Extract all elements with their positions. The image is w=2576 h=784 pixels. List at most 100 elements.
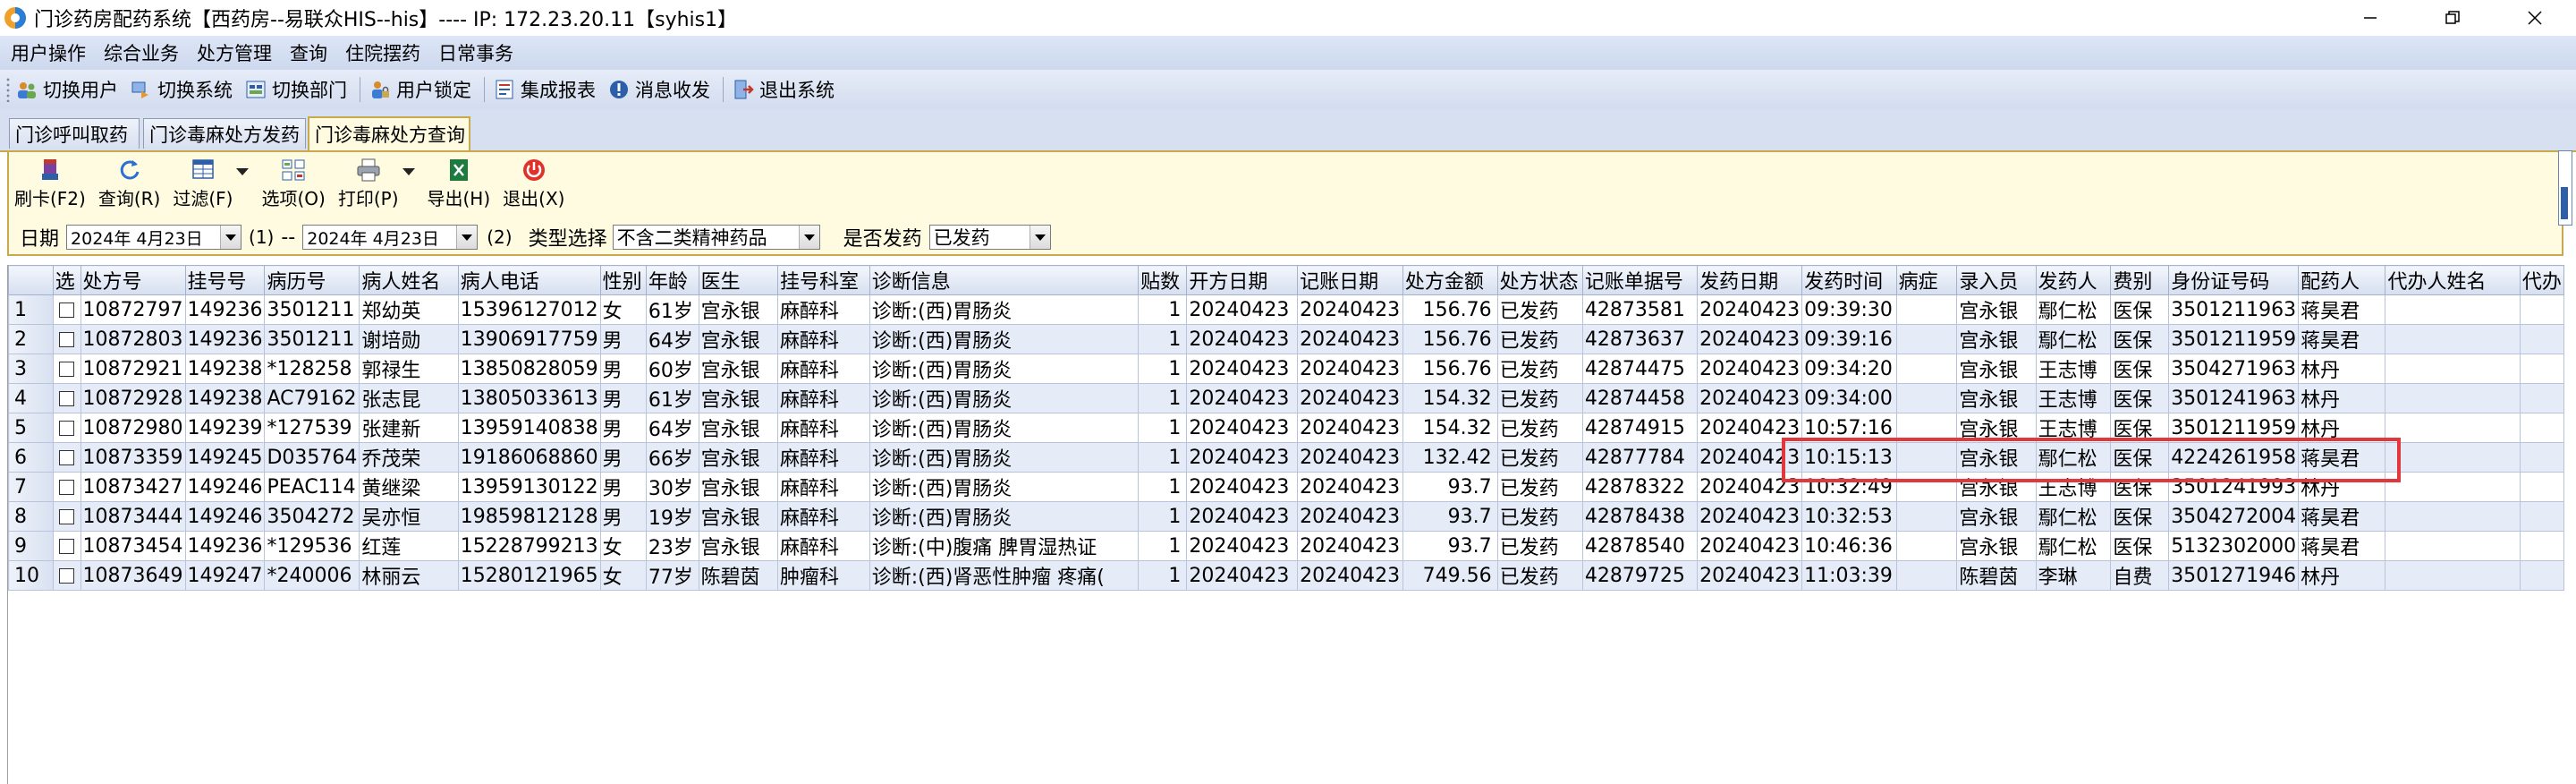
row-number-header[interactable] — [8, 265, 54, 295]
dispensed-dropdown[interactable] — [1029, 226, 1050, 249]
column-header[interactable]: 处方金额 — [1402, 265, 1498, 295]
exit-button[interactable]: 退出(X) — [503, 156, 564, 209]
select-cell[interactable] — [52, 324, 81, 354]
filter-dropdown-arrow[interactable] — [236, 168, 250, 175]
column-header[interactable]: 病人电话 — [457, 265, 601, 295]
print-dropdown-arrow[interactable] — [402, 168, 415, 175]
row-checkbox[interactable] — [58, 509, 74, 524]
column-header[interactable]: 挂号科室 — [776, 265, 870, 295]
column-header[interactable]: 发药时间 — [1801, 265, 1897, 295]
date-from-picker[interactable]: 2024年 4月23日 — [66, 225, 242, 250]
menu-user-ops[interactable]: 用户操作 — [11, 39, 86, 66]
table-row[interactable]: 3 10872921 149238 *128258 郭禄生 13850828059 男 60岁… — [8, 354, 2565, 384]
menu-prescription-mgmt[interactable]: 处方管理 — [197, 39, 272, 66]
toolbar-grip[interactable] — [5, 77, 11, 102]
select-cell[interactable] — [52, 354, 81, 384]
column-header[interactable]: 代办 — [2519, 265, 2565, 295]
select-cell[interactable] — [52, 501, 81, 532]
minimize-button[interactable] — [2329, 0, 2411, 36]
close-button[interactable] — [2494, 0, 2576, 36]
menu-daily-affairs[interactable]: 日常事务 — [438, 39, 513, 66]
filter-button[interactable]: 过滤(F) — [173, 156, 233, 210]
table-cell: 19岁 — [645, 501, 699, 532]
select-cell[interactable] — [52, 560, 81, 591]
column-header[interactable]: 录入员 — [1956, 265, 2037, 295]
column-header[interactable]: 发药人 — [2035, 265, 2112, 295]
table-row[interactable]: 2 10872803 149236 3501211 谢培勋 13906917759 男 64岁… — [8, 324, 2565, 354]
select-cell[interactable] — [52, 383, 81, 413]
export-button[interactable]: 导出(H) — [428, 156, 490, 209]
column-header[interactable]: 配药人 — [2298, 265, 2386, 295]
row-checkbox[interactable] — [58, 303, 74, 318]
integrated-report-button[interactable]: 集成报表 — [494, 76, 596, 103]
table-row[interactable]: 9 10873454 149236 *129536 红莲 15228799213 女 23岁宫… — [8, 531, 2565, 561]
column-header[interactable]: 记账单据号 — [1581, 265, 1699, 295]
table-row[interactable]: 4 10872928 149238 AC79162 张志昆 13805033613 男 61岁… — [8, 383, 2565, 413]
table-cell: 宫永银 — [1956, 531, 2037, 561]
row-checkbox[interactable] — [58, 421, 74, 436]
row-checkbox[interactable] — [58, 362, 74, 377]
table-row[interactable]: 1 10872797 149236 3501211 郑幼英 15396127012 女 61岁… — [8, 294, 2565, 325]
column-header[interactable]: 性别 — [599, 265, 647, 295]
messages-button[interactable]: 消息收发 — [608, 76, 710, 103]
menu-general-business[interactable]: 综合业务 — [104, 39, 179, 66]
row-checkbox[interactable] — [58, 332, 74, 347]
tab-narcotic-dispense[interactable]: 门诊毒麻处方发药 — [143, 118, 306, 149]
column-header[interactable]: 贴数 — [1138, 265, 1188, 295]
row-checkbox[interactable] — [58, 568, 74, 584]
switch-department-button[interactable]: 切换部门 — [245, 76, 347, 103]
print-button[interactable]: 打印(P) — [338, 156, 399, 210]
scrollbar-thumb[interactable] — [2561, 187, 2568, 219]
panel-scrollbar[interactable] — [2558, 150, 2572, 226]
row-checkbox[interactable] — [58, 450, 74, 465]
column-header[interactable]: 病历号 — [264, 265, 360, 295]
row-checkbox[interactable] — [58, 391, 74, 406]
options-button[interactable]: 选项(O) — [261, 156, 326, 209]
switch-system-button[interactable]: 切换系统 — [131, 76, 233, 103]
select-cell[interactable] — [52, 472, 81, 502]
select-cell[interactable] — [52, 413, 81, 443]
exit-system-button[interactable]: 退出系统 — [733, 76, 835, 103]
column-header[interactable]: 费别 — [2110, 265, 2170, 295]
column-header[interactable]: 年龄 — [645, 265, 699, 295]
menu-inpatient-dispense[interactable]: 住院摆药 — [345, 39, 420, 66]
swipe-card-button[interactable]: 刷卡(F2) — [14, 156, 86, 209]
tab-outpatient-call[interactable]: 门诊呼叫取药 — [9, 118, 140, 149]
menu-query[interactable]: 查询 — [290, 39, 327, 66]
column-header[interactable]: 选 — [52, 265, 81, 295]
column-header[interactable]: 病症 — [1895, 265, 1958, 295]
table-row[interactable]: 5 10872980 149239 *127539 张建新 13959140838 男 64岁… — [8, 413, 2565, 443]
select-cell[interactable] — [52, 442, 81, 473]
switch-user-button[interactable]: 切换用户 — [16, 76, 118, 103]
table-row[interactable]: 8 10873444 149246 3504272 吴亦恒 19859812128 男 19岁… — [8, 501, 2565, 532]
type-select[interactable]: 不含二类精神药品 — [612, 225, 820, 250]
date-to-dropdown[interactable] — [456, 226, 478, 249]
column-header[interactable]: 代办人姓名 — [2385, 265, 2521, 295]
dispensed-select[interactable]: 已发药 — [928, 225, 1051, 250]
column-header[interactable]: 诊断信息 — [869, 265, 1140, 295]
restore-button[interactable] — [2411, 0, 2494, 36]
type-dropdown[interactable] — [798, 226, 819, 249]
row-checkbox[interactable] — [58, 539, 74, 554]
column-header[interactable]: 记账日期 — [1297, 265, 1403, 295]
column-header[interactable]: 挂号号 — [184, 265, 266, 295]
column-header[interactable]: 发药日期 — [1697, 265, 1803, 295]
column-header[interactable]: 身份证号码 — [2168, 265, 2300, 295]
query-button[interactable]: 查询(R) — [98, 156, 160, 209]
date-to-picker[interactable]: 2024年 4月23日 — [302, 225, 479, 250]
table-row[interactable]: 10 10873649 149247 *240006 林丽云 15280121965 女 77… — [8, 560, 2565, 591]
select-cell[interactable] — [52, 294, 81, 325]
column-header[interactable]: 病人姓名 — [359, 265, 459, 295]
table-cell — [1895, 531, 1958, 561]
column-header[interactable]: 开方日期 — [1186, 265, 1299, 295]
tab-narcotic-query[interactable]: 门诊毒麻处方查询 — [308, 116, 470, 150]
select-cell[interactable] — [52, 531, 81, 561]
user-lock-button[interactable]: 用户锁定 — [369, 76, 471, 103]
column-header[interactable]: 处方号 — [80, 265, 186, 295]
table-row[interactable]: 6 10873359 149245 D035764 乔茂荣 19186068860 男 66岁… — [8, 442, 2565, 473]
table-row[interactable]: 7 10873427 149246 PEAC114 黄继梁 13959130122 男 30岁… — [8, 472, 2565, 502]
row-checkbox[interactable] — [58, 480, 74, 495]
date-from-dropdown[interactable] — [220, 226, 242, 249]
column-header[interactable]: 处方状态 — [1496, 265, 1583, 295]
column-header[interactable]: 医生 — [698, 265, 778, 295]
